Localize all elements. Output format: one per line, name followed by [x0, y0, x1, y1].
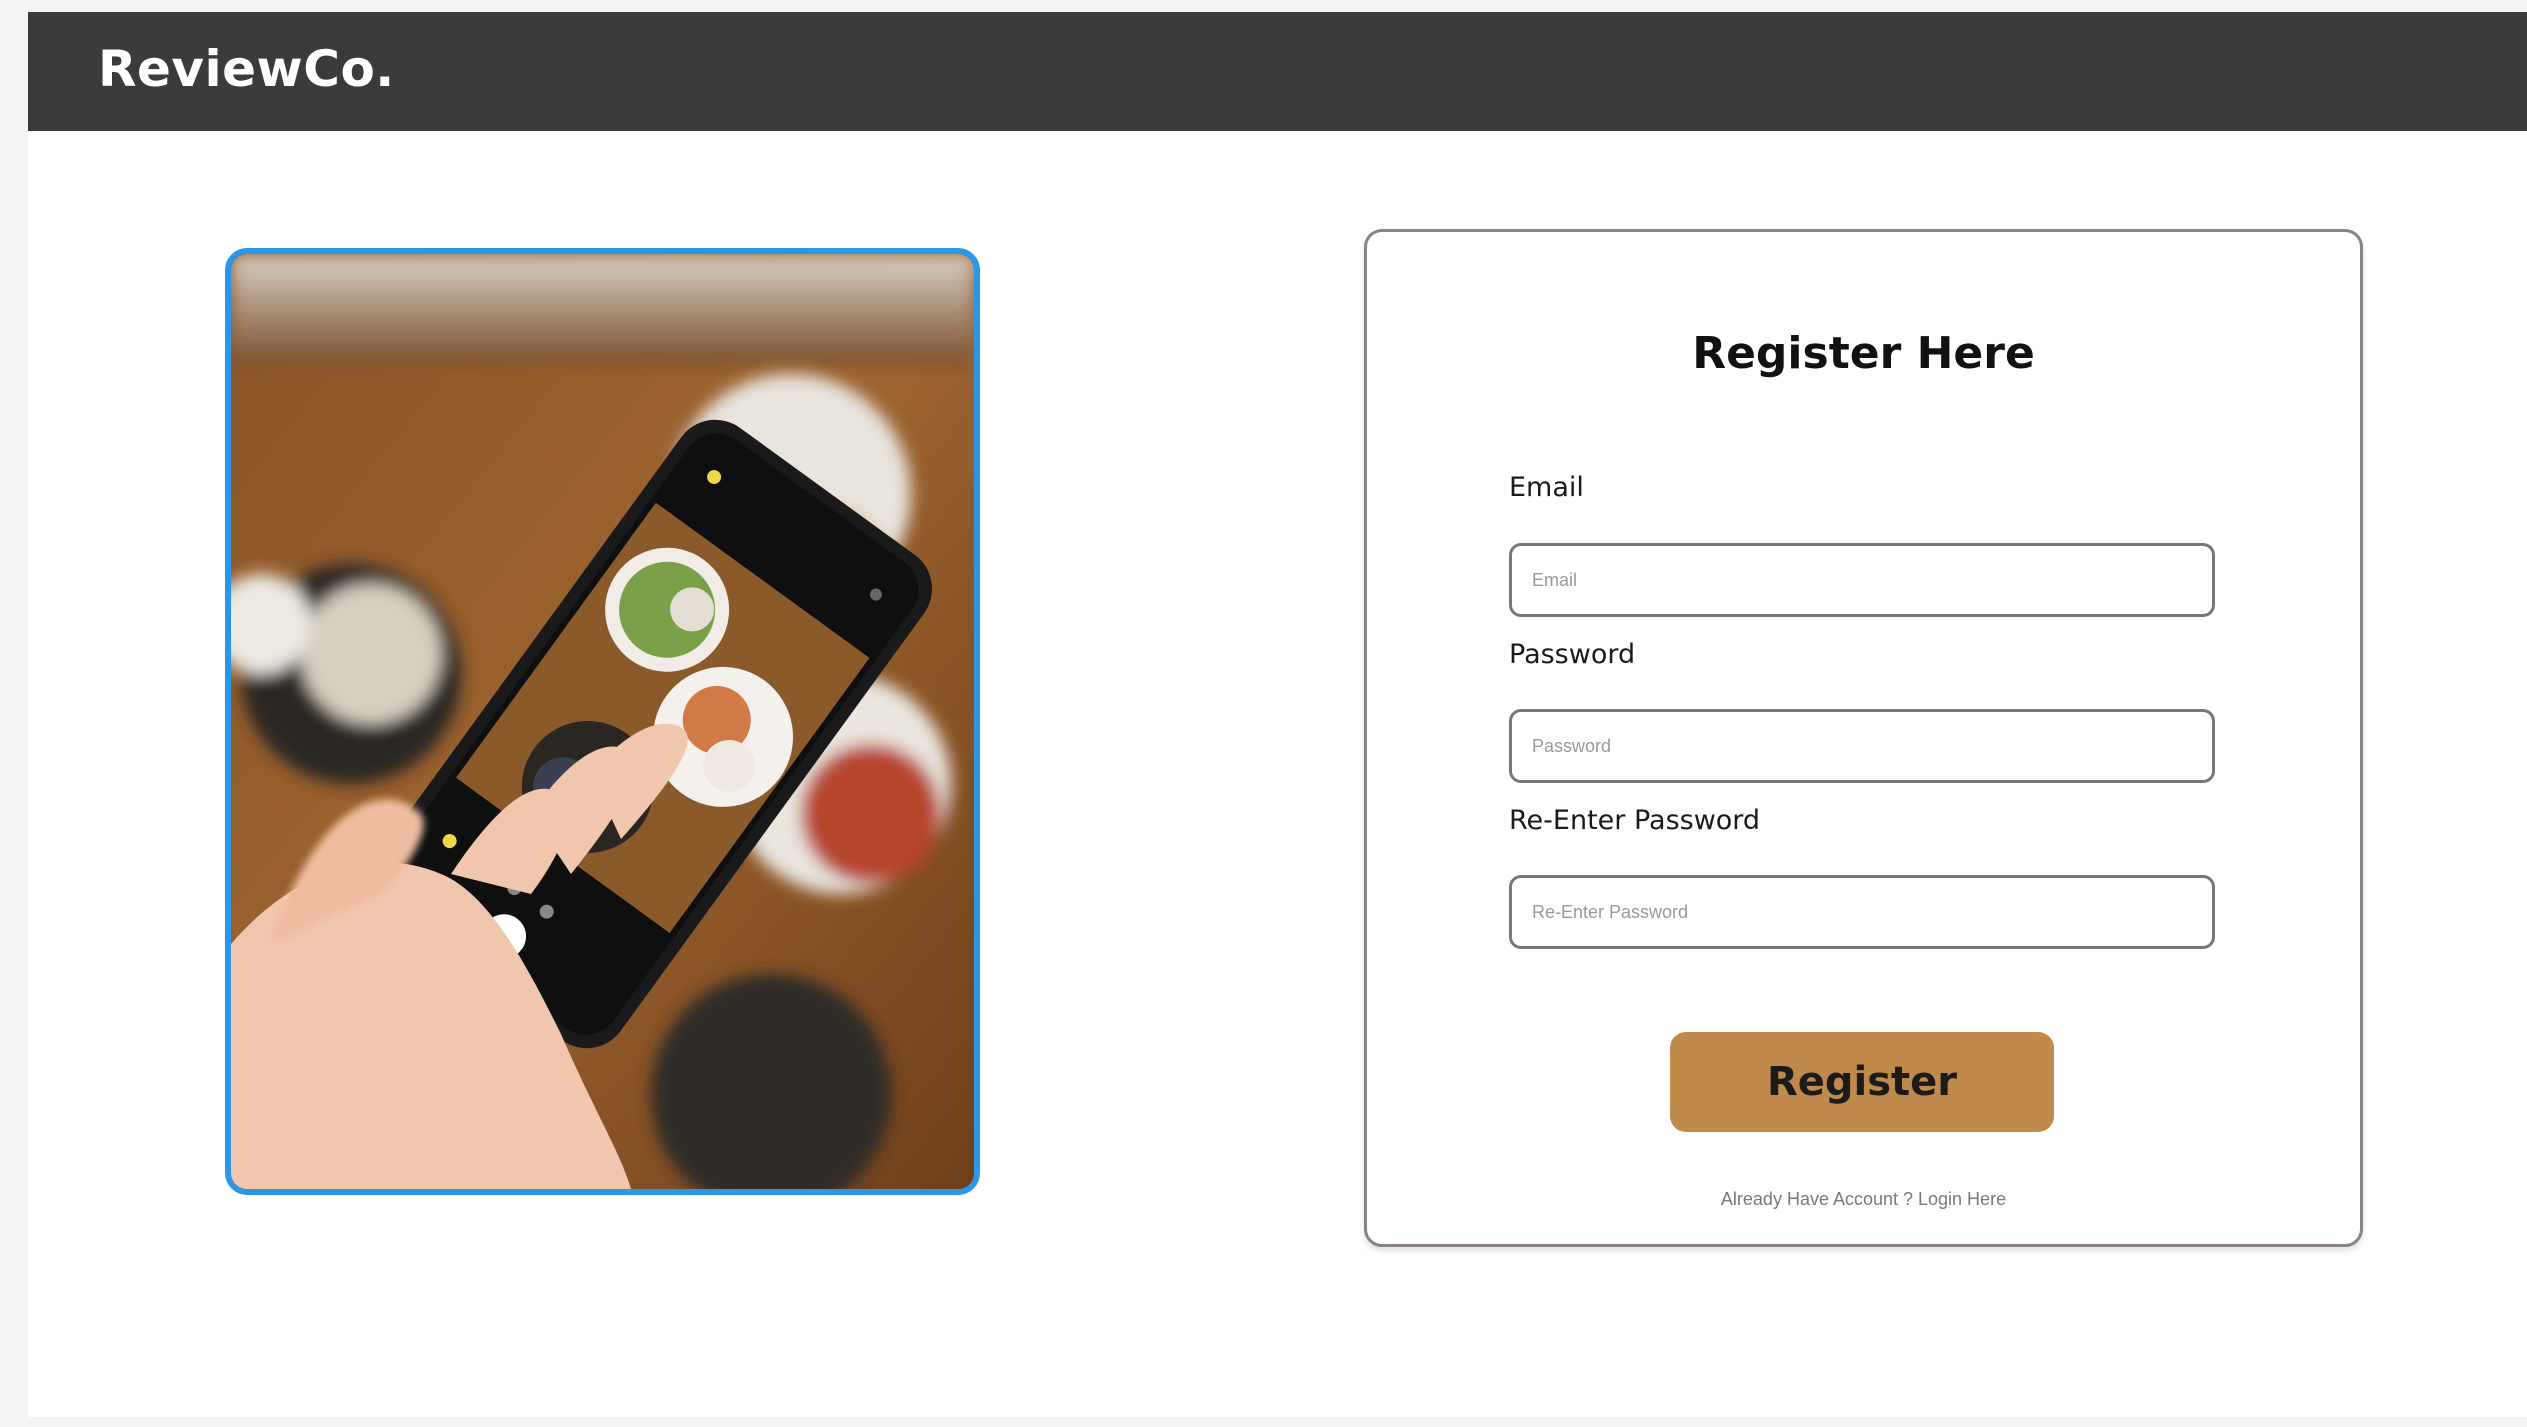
confirm-password-input[interactable]	[1509, 875, 2215, 949]
navbar: ReviewCo.	[28, 12, 2527, 131]
confirm-password-label: Re-Enter Password	[1509, 805, 1761, 836]
email-label: Email	[1509, 472, 1584, 503]
brand-logo[interactable]: ReviewCo.	[98, 40, 395, 98]
email-input[interactable]	[1509, 543, 2215, 617]
register-form: Register Here Email Password Re-Enter Pa…	[1364, 229, 2363, 1247]
password-label: Password	[1509, 639, 1636, 670]
hero-photo	[225, 248, 980, 1195]
register-button[interactable]: Register	[1670, 1032, 2054, 1132]
login-link-container: Already Have Account ? Login Here	[1367, 1189, 2360, 1210]
form-title: Register Here	[1692, 328, 2035, 379]
password-input[interactable]	[1509, 709, 2215, 783]
phone-photographing-food-image	[231, 254, 974, 1189]
page: ReviewCo. Register Here Email Email Pass…	[28, 12, 2527, 1417]
login-link[interactable]: Already Have Account ? Login Here	[1721, 1189, 2006, 1209]
